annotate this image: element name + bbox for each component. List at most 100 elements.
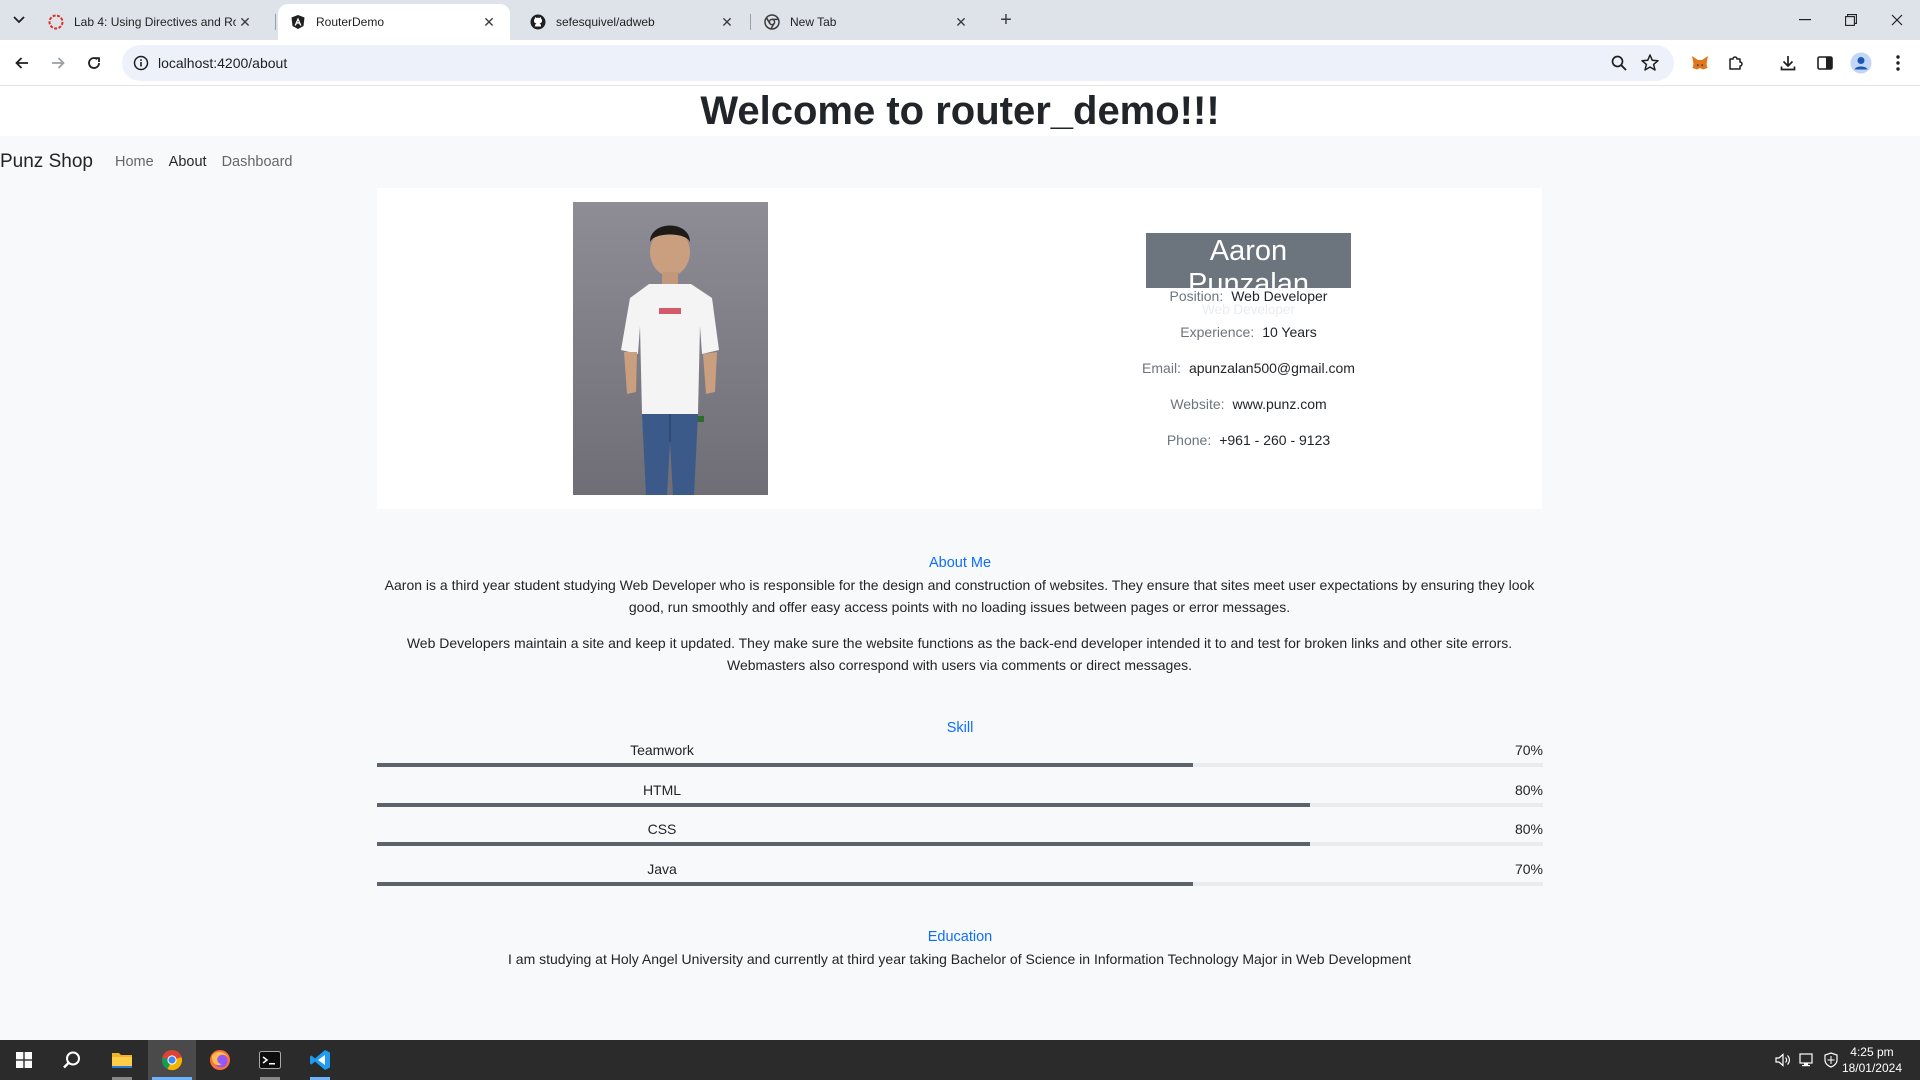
angular-icon bbox=[290, 14, 306, 30]
search-icon[interactable] bbox=[48, 1040, 96, 1080]
skill-percent: 80% bbox=[1514, 782, 1543, 798]
info-row-website: Website: www.punz.com bbox=[1046, 396, 1451, 412]
skill-row-css: CSS 80% bbox=[377, 821, 1543, 849]
zoom-icon[interactable] bbox=[1610, 54, 1628, 77]
skill-row-teamwork: Teamwork 70% bbox=[377, 742, 1543, 770]
forward-icon[interactable] bbox=[44, 49, 72, 77]
back-icon[interactable] bbox=[8, 49, 36, 77]
clock-date: 18/01/2024 bbox=[1841, 1061, 1902, 1075]
skill-name: Java bbox=[647, 861, 677, 877]
close-tab-icon[interactable]: ✕ bbox=[952, 13, 970, 31]
volume-icon[interactable] bbox=[1774, 1052, 1792, 1068]
info-label: Position: bbox=[1169, 288, 1224, 304]
tab-title: New Tab bbox=[790, 15, 837, 29]
profile-photo bbox=[573, 202, 768, 495]
metamask-extension-icon[interactable] bbox=[1688, 51, 1712, 75]
clock-time: 4:25 pm bbox=[1850, 1045, 1894, 1059]
skill-percent: 80% bbox=[1514, 821, 1543, 837]
nav-link-dashboard[interactable]: Dashboard bbox=[222, 154, 293, 170]
nav-link-home[interactable]: Home bbox=[115, 154, 154, 170]
education-text: I am studying at Holy Angel University a… bbox=[508, 951, 1411, 967]
side-panel-icon[interactable] bbox=[1813, 51, 1837, 75]
firefox-icon[interactable] bbox=[196, 1040, 244, 1080]
profile-card: Aaron Punzalan Web Developer Position: We… bbox=[377, 188, 1542, 509]
education-heading: Education bbox=[927, 929, 993, 945]
file-explorer-icon[interactable] bbox=[98, 1040, 146, 1080]
system-clock[interactable]: 4:25 pm 18/01/2024 bbox=[1842, 1044, 1902, 1076]
info-label: Email: bbox=[1142, 360, 1181, 376]
skill-progress-fill bbox=[377, 803, 1310, 807]
more-options-icon[interactable] bbox=[1886, 51, 1910, 75]
new-tab-button[interactable]: + bbox=[994, 8, 1018, 32]
close-window-icon[interactable] bbox=[1874, 0, 1920, 40]
skill-name: CSS bbox=[647, 821, 677, 837]
chrome-icon bbox=[764, 14, 780, 30]
minimize-icon[interactable] bbox=[1782, 0, 1828, 40]
about-paragraph-2: Web Developers maintain a site and keep … bbox=[406, 635, 1513, 673]
chrome-taskbar-icon[interactable] bbox=[148, 1040, 196, 1080]
about-paragraph-1: Aaron is a third year student studying W… bbox=[384, 577, 1535, 615]
skill-row-html: HTML 80% bbox=[377, 782, 1543, 810]
nav-link-about[interactable]: About bbox=[169, 154, 207, 170]
info-row-experience: Experience: 10 Years bbox=[1046, 324, 1451, 340]
windows-taskbar: 4:25 pm 18/01/2024 bbox=[0, 1040, 1920, 1080]
tab-title: sefesquivel/adweb bbox=[556, 15, 655, 29]
info-value: apunzalan500@gmail.com bbox=[1188, 360, 1355, 376]
skill-progress-track bbox=[377, 803, 1543, 807]
skill-progress-fill bbox=[377, 882, 1194, 886]
about-me-heading: About Me bbox=[928, 555, 992, 571]
tab-search-button[interactable] bbox=[6, 8, 32, 32]
skill-progress-track bbox=[377, 882, 1543, 886]
info-row-email: Email: apunzalan500@gmail.com bbox=[1046, 360, 1451, 376]
skill-name: Teamwork bbox=[630, 742, 694, 758]
close-tab-icon[interactable]: ✕ bbox=[236, 13, 254, 31]
browser-tab-bar: Lab 4: Using Directives and Rou ✕ Router… bbox=[0, 0, 1920, 40]
network-icon[interactable] bbox=[1798, 1052, 1816, 1068]
skill-name: HTML bbox=[642, 782, 682, 798]
skill-heading: Skill bbox=[946, 720, 974, 736]
security-shield-icon[interactable] bbox=[1822, 1052, 1840, 1068]
info-value: Web Developer bbox=[1231, 288, 1328, 304]
tab-routerdemo[interactable]: RouterDemo ✕ bbox=[278, 4, 510, 40]
info-label: Phone: bbox=[1166, 432, 1212, 448]
tab-separator bbox=[275, 14, 276, 30]
profile-avatar-icon[interactable] bbox=[1849, 51, 1873, 75]
site-navbar: Punz Shop Home About Dashboard bbox=[0, 148, 308, 176]
page-content: Welcome to router_demo!!! Punz Shop Home… bbox=[0, 86, 1920, 1040]
skill-progress-track bbox=[377, 842, 1543, 846]
tab-title: Lab 4: Using Directives and Rou bbox=[74, 15, 236, 29]
site-info-icon[interactable] bbox=[132, 54, 150, 72]
extensions-icon[interactable] bbox=[1724, 51, 1748, 75]
address-bar[interactable]: localhost:4200/about bbox=[122, 45, 1674, 81]
terminal-icon[interactable] bbox=[246, 1040, 294, 1080]
reload-icon[interactable] bbox=[80, 49, 108, 77]
page-header: Welcome to router_demo!!! bbox=[0, 86, 1920, 136]
skill-percent: 70% bbox=[1514, 742, 1543, 758]
info-label: Experience: bbox=[1180, 324, 1255, 340]
url-text: localhost:4200/about bbox=[158, 55, 288, 71]
download-icon[interactable] bbox=[1776, 51, 1800, 75]
github-icon bbox=[530, 14, 546, 30]
tab-lab4[interactable]: Lab 4: Using Directives and Rou ✕ bbox=[36, 4, 266, 40]
info-value: +961 - 260 - 9123 bbox=[1219, 432, 1331, 448]
tab-newtab[interactable]: New Tab ✕ bbox=[752, 4, 982, 40]
vscode-icon[interactable] bbox=[296, 1040, 344, 1080]
close-tab-icon[interactable]: ✕ bbox=[480, 13, 498, 31]
info-row-phone: Phone: +961 - 260 - 9123 bbox=[1046, 432, 1451, 448]
restore-icon[interactable] bbox=[1828, 0, 1874, 40]
skill-row-java: Java 70% bbox=[377, 861, 1543, 889]
tab-separator bbox=[750, 14, 751, 30]
skill-progress-fill bbox=[377, 763, 1194, 767]
lab-favicon-icon bbox=[48, 14, 64, 30]
profile-name-badge: Aaron Punzalan Web Developer bbox=[1146, 233, 1351, 317]
windows-start-icon[interactable] bbox=[0, 1040, 48, 1080]
page-title: Welcome to router_demo!!! bbox=[700, 89, 1220, 133]
close-tab-icon[interactable]: ✕ bbox=[718, 13, 736, 31]
browser-toolbar: localhost:4200/about bbox=[0, 40, 1920, 86]
skill-percent: 70% bbox=[1514, 861, 1543, 877]
bookmark-star-icon[interactable] bbox=[1640, 53, 1660, 78]
info-row-position: Position: Web Developer bbox=[1046, 288, 1451, 304]
tab-title: RouterDemo bbox=[316, 15, 385, 29]
tab-github[interactable]: sefesquivel/adweb ✕ bbox=[518, 4, 748, 40]
navbar-brand[interactable]: Punz Shop bbox=[0, 151, 93, 173]
